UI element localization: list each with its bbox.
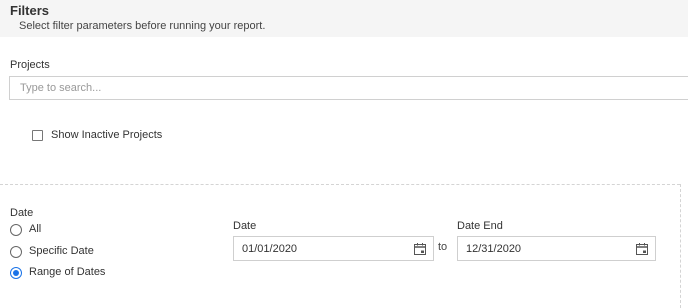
radio-specific-date-circle[interactable]: [10, 246, 22, 258]
page-subtitle: Select filter parameters before running …: [19, 20, 266, 32]
end-date-input[interactable]: 12/31/2020: [457, 236, 656, 261]
radio-all-circle[interactable]: [10, 224, 22, 236]
end-date-value: 12/31/2020: [466, 243, 522, 255]
radio-all-label: All: [29, 223, 42, 235]
start-date-value: 01/01/2020: [242, 243, 298, 255]
radio-specific-date-label: Specific Date: [29, 245, 94, 257]
calendar-icon[interactable]: [413, 242, 427, 256]
calendar-icon[interactable]: [635, 242, 649, 256]
radio-range-of-dates-circle[interactable]: [10, 267, 22, 279]
filters-header: Filters Select filter parameters before …: [0, 0, 688, 37]
projects-search-input[interactable]: [9, 76, 688, 100]
range-to-label: to: [438, 241, 448, 253]
start-date-label: Date: [233, 220, 257, 232]
section-divider: [0, 184, 680, 185]
show-inactive-projects-label: Show Inactive Projects: [51, 129, 163, 141]
checkbox-box[interactable]: [32, 130, 43, 141]
projects-label: Projects: [10, 59, 50, 71]
page-title: Filters: [10, 3, 50, 18]
end-date-label: Date End: [457, 220, 503, 232]
section-divider-vertical: [680, 184, 681, 308]
date-filter-label: Date: [10, 207, 34, 219]
radio-range-of-dates-label: Range of Dates: [29, 266, 106, 278]
start-date-input[interactable]: 01/01/2020: [233, 236, 434, 261]
